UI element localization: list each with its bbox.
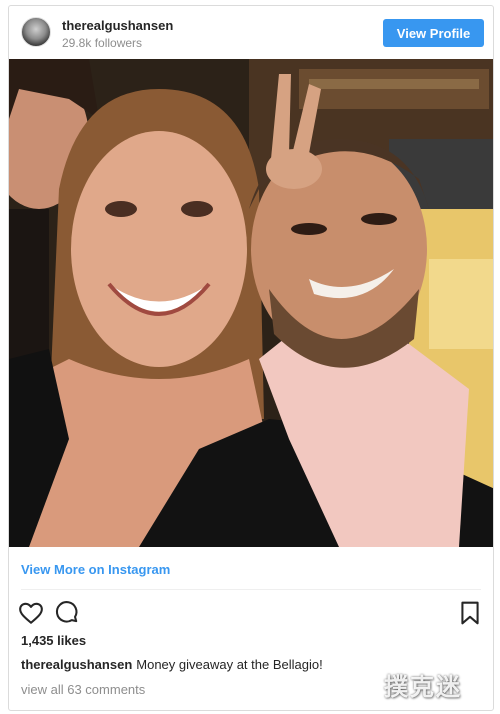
selfie-illustration [9,59,493,547]
post-photo[interactable] [9,59,493,547]
divider [21,589,481,590]
caption-text: Money giveaway at the Bellagio! [136,657,323,672]
post-header: therealgushansen 29.8k followers View Pr… [9,6,493,59]
watermark-logo: 撲克迷 [384,672,462,701]
username[interactable]: therealgushansen [62,18,173,33]
heart-icon[interactable] [18,600,44,626]
caption: therealgushansen Money giveaway at the Be… [21,657,323,672]
caption-username[interactable]: therealgushansen [21,657,132,672]
instagram-embed-card: therealgushansen 29.8k followers View Pr… [8,5,494,711]
view-profile-button[interactable]: View Profile [383,19,484,47]
like-count: 1,435 likes [21,633,87,648]
follower-count: 29.8k followers [62,36,143,50]
view-more-link[interactable]: View More on Instagram [21,562,170,577]
avatar[interactable] [21,17,51,47]
comment-icon[interactable] [54,600,80,626]
bookmark-icon[interactable] [457,600,483,626]
view-comments-link[interactable]: view all 63 comments [21,682,145,697]
